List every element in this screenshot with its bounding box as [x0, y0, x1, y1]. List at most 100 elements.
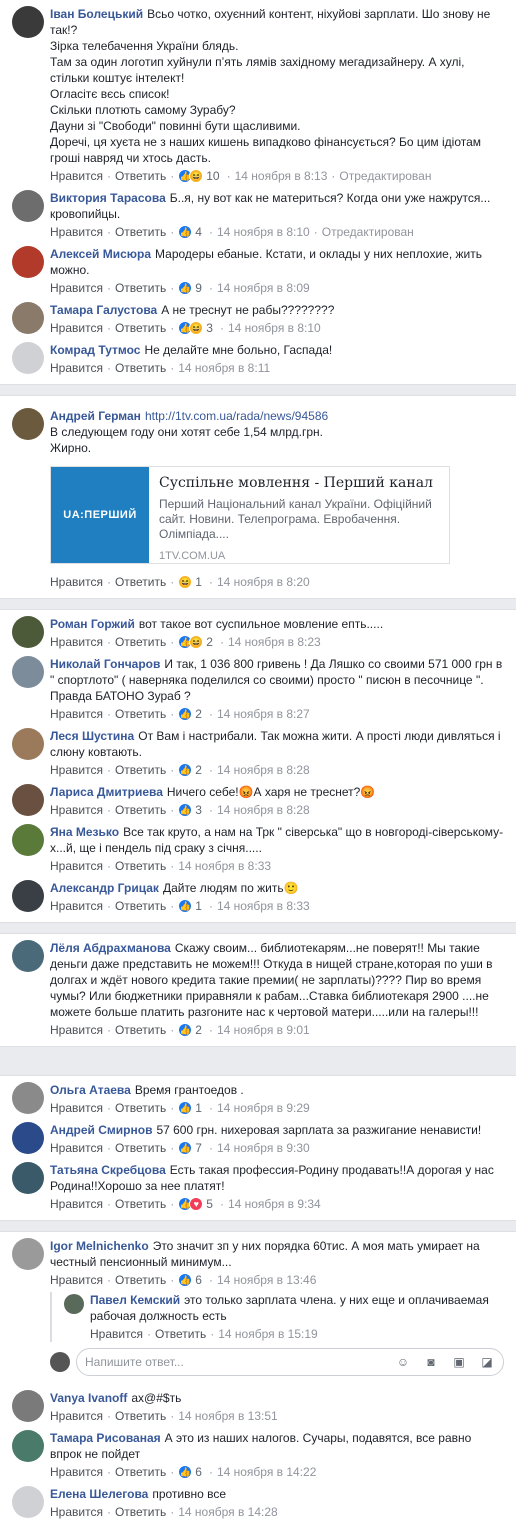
reply-button[interactable]: Ответить	[115, 634, 166, 650]
timestamp[interactable]: 14 ноября в 13:46	[217, 1272, 316, 1288]
timestamp[interactable]: 14 ноября в 9:34	[228, 1196, 321, 1212]
avatar[interactable]	[12, 656, 44, 688]
like-button[interactable]: Нравится	[50, 320, 103, 336]
like-button[interactable]: Нравится	[50, 1408, 103, 1424]
reactions-summary[interactable]: 😆 1	[178, 574, 202, 590]
reply-button[interactable]: Ответить	[115, 1504, 166, 1520]
like-button[interactable]: Нравится	[50, 858, 103, 874]
reply-button[interactable]: Ответить	[115, 1408, 166, 1424]
comment-author[interactable]: Іван Болецький	[50, 7, 143, 21]
reply-button[interactable]: Ответить	[115, 1140, 166, 1156]
timestamp[interactable]: 14 ноября в 8:09	[217, 280, 310, 296]
avatar[interactable]	[12, 1238, 44, 1270]
timestamp[interactable]: 14 ноября в 13:51	[178, 1408, 277, 1424]
timestamp[interactable]: 14 ноября в 9:30	[217, 1140, 310, 1156]
timestamp[interactable]: 14 ноября в 8:23	[228, 634, 321, 650]
reactions-summary[interactable]: 👍 2	[178, 762, 202, 778]
link-preview-card[interactable]: UA:ПЕРШИЙ Суспільне мовлення - Перший ка…	[50, 466, 450, 564]
timestamp[interactable]: 14 ноября в 8:28	[217, 762, 310, 778]
reply-button[interactable]: Ответить	[115, 280, 166, 296]
reactions-summary[interactable]: 👍 6	[178, 1464, 202, 1480]
avatar[interactable]	[12, 408, 44, 440]
timestamp[interactable]: 14 ноября в 14:28	[178, 1504, 277, 1520]
reactions-summary[interactable]: 👍 1	[178, 1100, 202, 1116]
comment-author[interactable]: Тамара Галустова	[50, 303, 157, 317]
like-button[interactable]: Нравится	[50, 1022, 103, 1038]
reply-button[interactable]: Ответить	[115, 858, 166, 874]
avatar[interactable]	[12, 1082, 44, 1114]
avatar[interactable]	[12, 728, 44, 760]
avatar[interactable]	[12, 1486, 44, 1518]
avatar[interactable]	[12, 1430, 44, 1462]
like-button[interactable]: Нравится	[50, 280, 103, 296]
timestamp[interactable]: 14 ноября в 8:27	[217, 706, 310, 722]
like-button[interactable]: Нравится	[50, 1140, 103, 1156]
reply-button[interactable]: Ответить	[115, 574, 166, 590]
avatar[interactable]	[12, 1122, 44, 1154]
comment-author[interactable]: Леся Шустина	[50, 729, 134, 743]
comment-author[interactable]: Алексей Мисюра	[50, 247, 151, 261]
reactions-summary[interactable]: 👍 2	[178, 1022, 202, 1038]
comment-author[interactable]: Андрей Герман	[50, 409, 141, 423]
reactions-summary[interactable]: 👍 7	[178, 1140, 202, 1156]
avatar[interactable]	[12, 880, 44, 912]
reply-button[interactable]: Ответить	[115, 898, 166, 914]
reactions-summary[interactable]: 👍 😆 10	[178, 168, 220, 184]
avatar[interactable]	[64, 1294, 84, 1314]
avatar[interactable]	[12, 302, 44, 334]
reactions-summary[interactable]: 👍 6	[178, 1272, 202, 1288]
avatar[interactable]	[12, 1162, 44, 1194]
reactions-summary[interactable]: 👍 4	[178, 224, 202, 240]
comment-author[interactable]: Николай Гончаров	[50, 657, 160, 671]
edited-label[interactable]: Отредактирован	[322, 224, 414, 240]
reply-button[interactable]: Ответить	[115, 1022, 166, 1038]
like-button[interactable]: Нравится	[50, 1196, 103, 1212]
comment-link[interactable]: http://1tv.com.ua/rada/news/94586	[145, 409, 328, 423]
edited-label[interactable]: Отредактирован	[339, 168, 431, 184]
avatar[interactable]	[12, 342, 44, 374]
timestamp[interactable]: 14 ноября в 14:22	[217, 1464, 316, 1480]
sticker-icon[interactable]: ◪	[479, 1354, 495, 1370]
reply-button[interactable]: Ответить	[115, 1196, 166, 1212]
like-button[interactable]: Нравится	[50, 1504, 103, 1520]
like-button[interactable]: Нравится	[50, 1464, 103, 1480]
comment-author[interactable]: Комрад Тутмос	[50, 343, 140, 357]
reply-button[interactable]: Ответить	[115, 1464, 166, 1480]
like-button[interactable]: Нравится	[50, 634, 103, 650]
reply-button[interactable]: Ответить	[115, 802, 166, 818]
like-button[interactable]: Нравится	[50, 1272, 103, 1288]
reactions-summary[interactable]: 👍 ♥ 5	[178, 1196, 213, 1212]
comment-author[interactable]: Роман Горжий	[50, 617, 135, 631]
reply-button[interactable]: Ответить	[115, 168, 166, 184]
comment-author[interactable]: Елена Шелегова	[50, 1487, 148, 1501]
like-button[interactable]: Нравится	[50, 224, 103, 240]
reply-button[interactable]: Ответить	[115, 762, 166, 778]
avatar[interactable]	[12, 784, 44, 816]
like-button[interactable]: Нравится	[50, 168, 103, 184]
like-button[interactable]: Нравится	[50, 360, 103, 376]
timestamp[interactable]: 14 ноября в 8:20	[217, 574, 310, 590]
timestamp[interactable]: 14 ноября в 8:11	[178, 360, 270, 376]
comment-author[interactable]: Ольга Атаева	[50, 1083, 131, 1097]
comment-author[interactable]: Яна Мезько	[50, 825, 119, 839]
like-button[interactable]: Нравится	[50, 574, 103, 590]
comment-author[interactable]: Vanya Ivanoff	[50, 1391, 127, 1405]
reply-button[interactable]: Ответить	[115, 360, 166, 376]
like-button[interactable]: Нравится	[50, 706, 103, 722]
avatar[interactable]	[12, 940, 44, 972]
avatar[interactable]	[12, 616, 44, 648]
reactions-summary[interactable]: 👍 😆 2	[178, 634, 213, 650]
reply-button[interactable]: Ответить	[115, 706, 166, 722]
reply-button[interactable]: Ответить	[115, 1100, 166, 1116]
comment-author[interactable]: Татьяна Скребцова	[50, 1163, 166, 1177]
reply-button[interactable]: Ответить	[115, 320, 166, 336]
avatar[interactable]	[12, 190, 44, 222]
timestamp[interactable]: 14 ноября в 9:01	[217, 1022, 310, 1038]
avatar[interactable]	[12, 1390, 44, 1422]
like-button[interactable]: Нравится	[50, 1100, 103, 1116]
timestamp[interactable]: 14 ноября в 9:29	[217, 1100, 310, 1116]
reactions-summary[interactable]: 👍 2	[178, 706, 202, 722]
timestamp[interactable]: 14 ноября в 8:10	[228, 320, 321, 336]
timestamp[interactable]: 14 ноября в 8:13	[235, 168, 328, 184]
comment-author[interactable]: Павел Кемский	[90, 1293, 180, 1307]
